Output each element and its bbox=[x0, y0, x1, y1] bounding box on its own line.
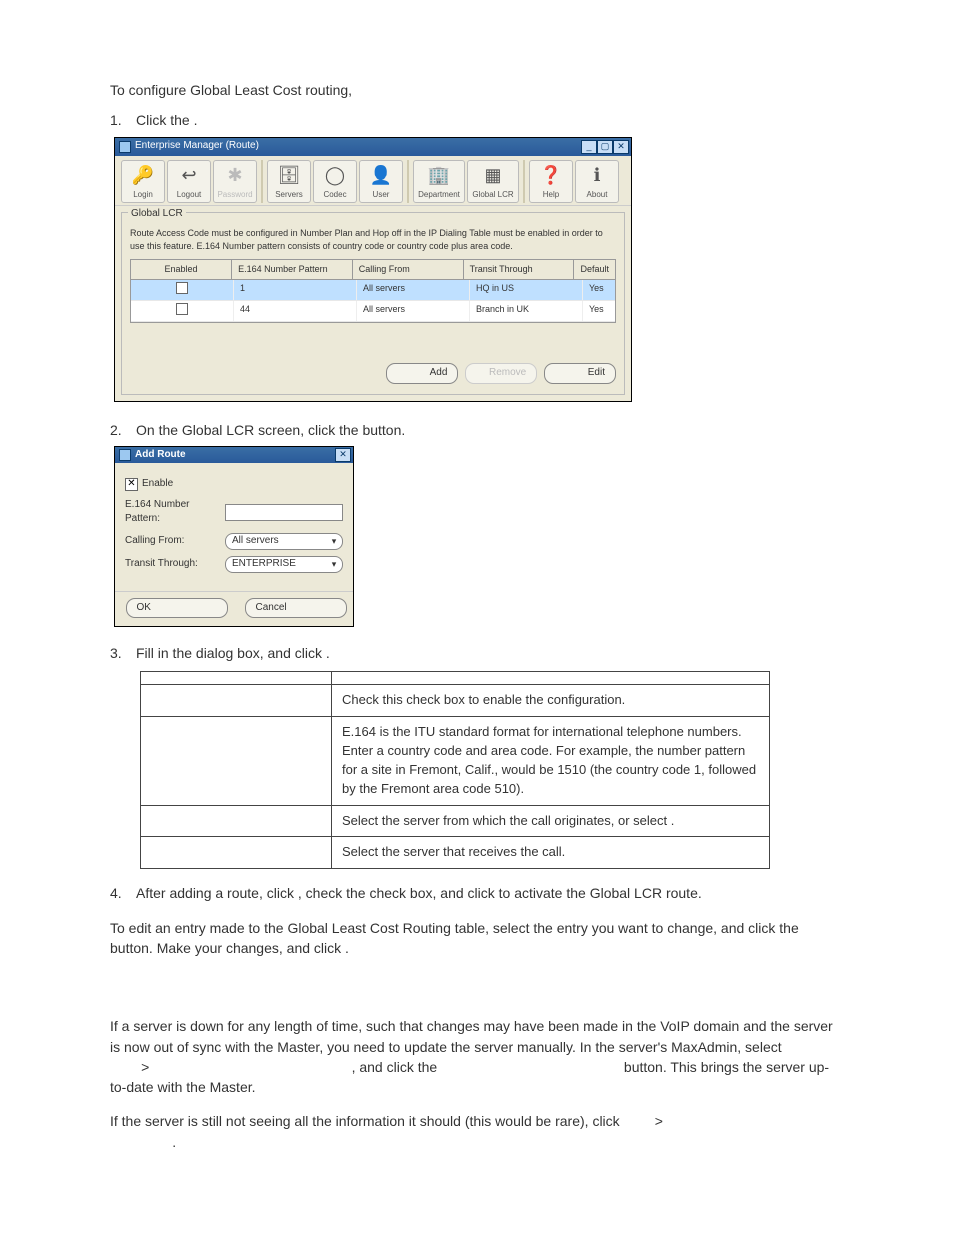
panel-helptext: Route Access Code must be configured in … bbox=[130, 227, 616, 253]
servers-button[interactable]: 🗄Servers bbox=[267, 160, 311, 203]
pattern-label: E.164 Number Pattern: bbox=[125, 498, 225, 527]
chevron-down-icon: ▾ bbox=[327, 535, 341, 548]
close-icon[interactable]: ✕ bbox=[613, 140, 629, 154]
pattern-input[interactable] bbox=[225, 504, 343, 521]
em-titlebar: Enterprise Manager (Route) _ ▢ ✕ bbox=[115, 138, 631, 156]
edit-button[interactable]: Edit bbox=[544, 363, 616, 384]
logout-button[interactable]: ↩Logout bbox=[167, 160, 211, 203]
calling-from-label: Calling From: bbox=[125, 534, 225, 549]
cell-from: All servers bbox=[357, 301, 470, 321]
globallcr-button[interactable]: ▦Global LCR bbox=[467, 160, 519, 203]
cancel-button[interactable]: Cancel bbox=[245, 598, 347, 619]
row-from-label bbox=[141, 805, 332, 837]
col-header-transit[interactable]: Transit Through bbox=[464, 260, 575, 279]
minimize-icon[interactable]: _ bbox=[581, 140, 597, 154]
password-button: ✱Password bbox=[213, 160, 257, 203]
help-button[interactable]: ❓Help bbox=[529, 160, 573, 203]
sync-paragraph-1: If a server is down for any length of ti… bbox=[110, 1016, 844, 1097]
dialog-title: Add Route bbox=[135, 448, 335, 463]
row-pattern-label bbox=[141, 717, 332, 805]
cell-transit: HQ in US bbox=[470, 280, 583, 300]
col-header-enabled[interactable]: Enabled bbox=[131, 260, 232, 279]
global-lcr-panel: Global LCR Route Access Code must be con… bbox=[121, 212, 625, 395]
user-button[interactable]: 👤User bbox=[359, 160, 403, 203]
calling-from-value: All servers bbox=[232, 534, 327, 549]
intro-text: To configure Global Least Cost routing, bbox=[110, 80, 844, 100]
edit-instructions: To edit an entry made to the Global Leas… bbox=[110, 918, 844, 959]
table-header-left bbox=[141, 672, 332, 685]
enable-label: Enable bbox=[142, 477, 173, 492]
transit-through-value: ENTERPRISE bbox=[232, 557, 327, 572]
add-button[interactable]: Add bbox=[386, 363, 458, 384]
chevron-down-icon: ▾ bbox=[327, 558, 341, 571]
remove-button: Remove bbox=[465, 363, 537, 384]
field-description-table: Check this check box to enable the confi… bbox=[140, 671, 770, 869]
cell-pattern: 44 bbox=[234, 301, 357, 321]
sync-paragraph-2: If the server is still not seeing all th… bbox=[110, 1111, 844, 1152]
calling-from-select[interactable]: All servers ▾ bbox=[225, 533, 343, 550]
department-button[interactable]: 🏢Department bbox=[413, 160, 465, 203]
app-icon bbox=[119, 141, 131, 153]
add-route-dialog: Add Route ✕ ✕ Enable E.164 Number Patter… bbox=[114, 446, 354, 627]
row-transit-desc: Select the server that receives the call… bbox=[332, 837, 770, 869]
table-row[interactable]: 1 All servers HQ in US Yes bbox=[131, 280, 615, 301]
col-header-from[interactable]: Calling From bbox=[353, 260, 464, 279]
cell-default: Yes bbox=[583, 301, 615, 321]
step-1-text: Click the . bbox=[136, 110, 844, 130]
step-number-4: 4. bbox=[110, 883, 136, 903]
panel-title: Global LCR bbox=[128, 207, 186, 222]
cell-transit: Branch in UK bbox=[470, 301, 583, 321]
transit-through-label: Transit Through: bbox=[125, 557, 225, 572]
col-header-pattern[interactable]: E.164 Number Pattern bbox=[232, 260, 353, 279]
step-number-3: 3. bbox=[110, 643, 136, 663]
step-2-text: On the Global LCR screen, click the butt… bbox=[136, 420, 844, 440]
codec-button[interactable]: ◯Codec bbox=[313, 160, 357, 203]
row-enable-checkbox[interactable] bbox=[176, 282, 188, 294]
row-pattern-desc: E.164 is the ITU standard format for int… bbox=[332, 717, 770, 805]
col-header-default[interactable]: Default bbox=[574, 260, 615, 279]
enterprise-manager-window: Enterprise Manager (Route) _ ▢ ✕ 🔑Login … bbox=[114, 137, 632, 402]
enable-checkbox[interactable]: ✕ bbox=[125, 478, 138, 491]
about-button[interactable]: ℹAbout bbox=[575, 160, 619, 203]
transit-through-select[interactable]: ENTERPRISE ▾ bbox=[225, 556, 343, 573]
lcr-grid: Enabled E.164 Number Pattern Calling Fro… bbox=[130, 259, 616, 323]
maximize-icon[interactable]: ▢ bbox=[597, 140, 613, 154]
table-header-right bbox=[332, 672, 770, 685]
cell-from: All servers bbox=[357, 280, 470, 300]
em-toolbar: 🔑Login ↩Logout ✱Password 🗄Servers ◯Codec… bbox=[115, 156, 631, 206]
ok-button[interactable]: OK bbox=[126, 598, 228, 619]
row-enable-desc: Check this check box to enable the confi… bbox=[332, 685, 770, 717]
step-4-text: After adding a route, click , check the … bbox=[136, 883, 844, 903]
row-enable-checkbox[interactable] bbox=[176, 303, 188, 315]
step-3-text: Fill in the dialog box, and click . bbox=[136, 643, 844, 663]
cell-pattern: 1 bbox=[234, 280, 357, 300]
em-title: Enterprise Manager (Route) bbox=[135, 139, 581, 154]
row-from-desc: Select the server from which the call or… bbox=[332, 805, 770, 837]
dialog-close-icon[interactable]: ✕ bbox=[335, 448, 351, 462]
row-enable-label bbox=[141, 685, 332, 717]
row-transit-label bbox=[141, 837, 332, 869]
cell-default: Yes bbox=[583, 280, 615, 300]
login-button[interactable]: 🔑Login bbox=[121, 160, 165, 203]
step-number-2: 2. bbox=[110, 420, 136, 440]
dialog-icon bbox=[119, 449, 131, 461]
step-number-1: 1. bbox=[110, 110, 136, 130]
table-row[interactable]: 44 All servers Branch in UK Yes bbox=[131, 301, 615, 322]
